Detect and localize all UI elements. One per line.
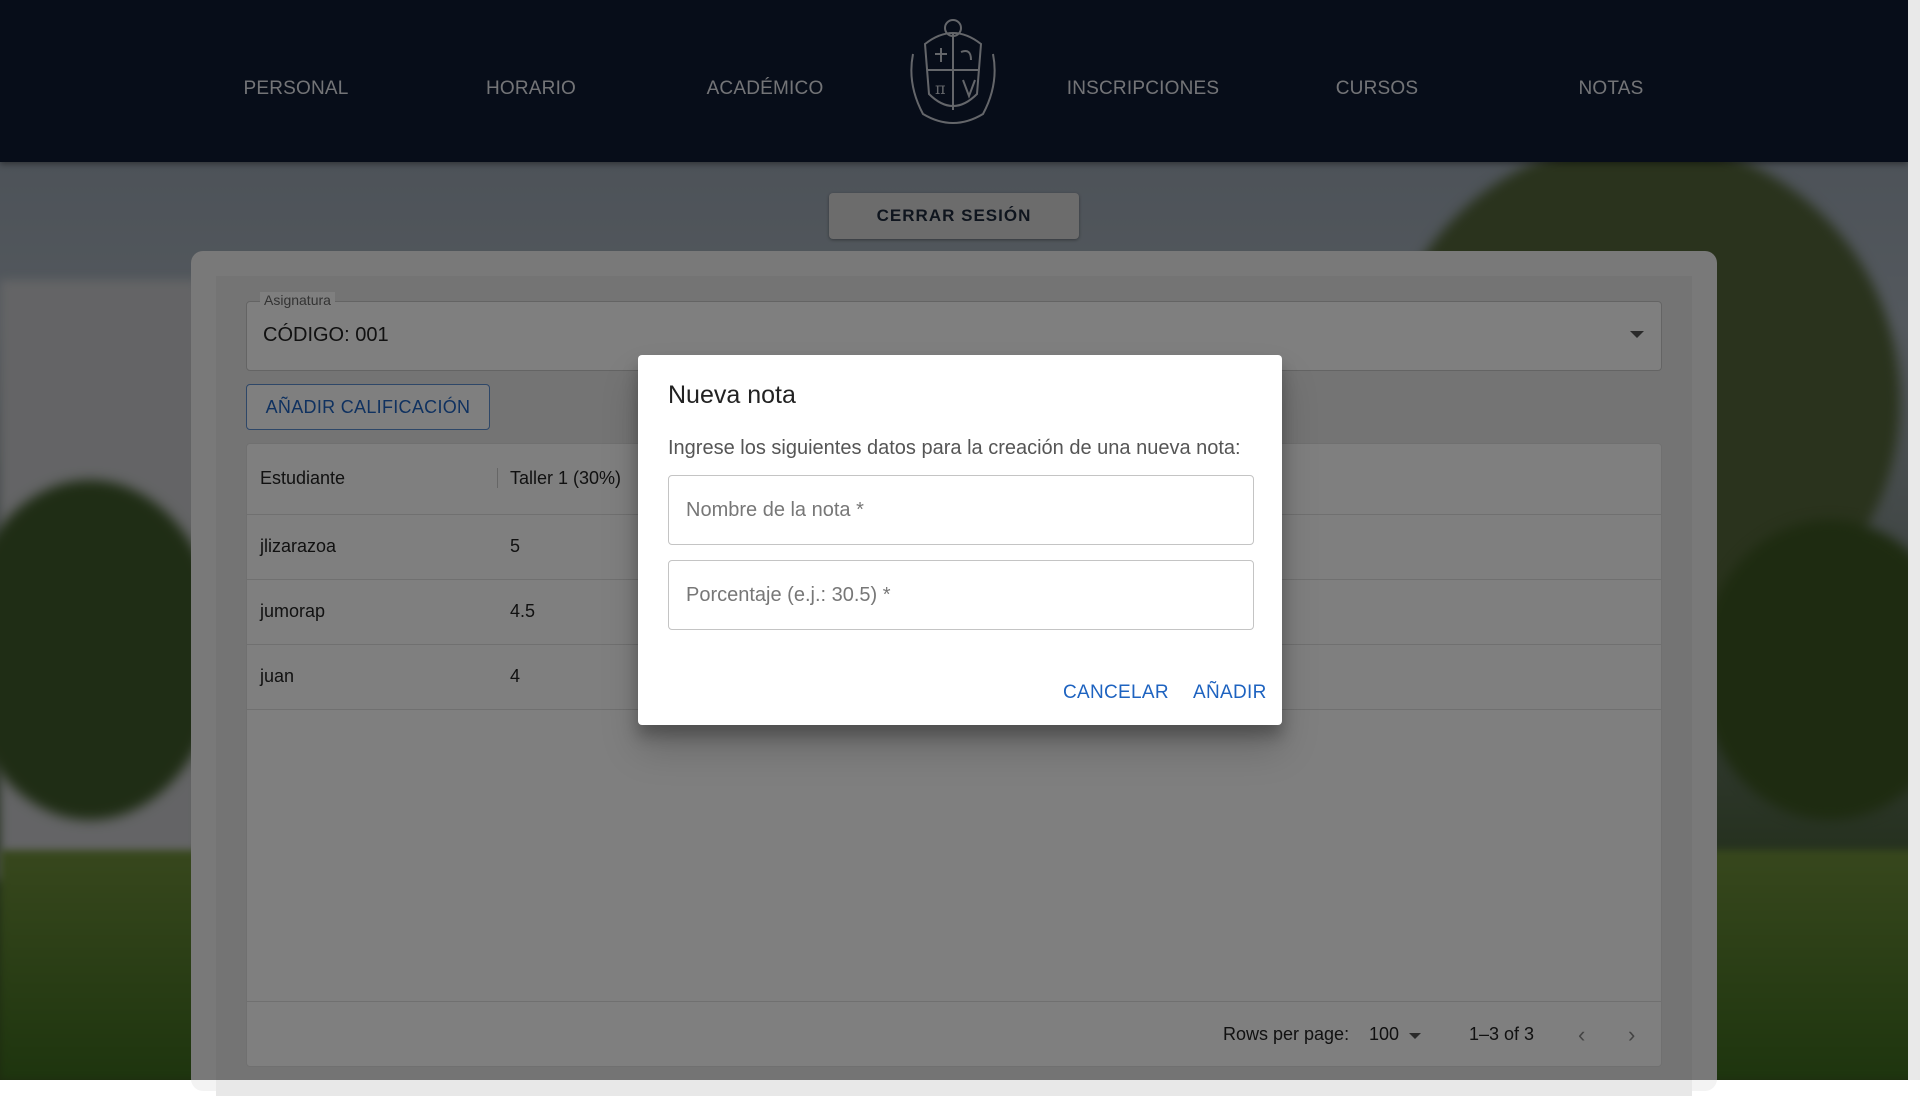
dialog-description: Ingrese los siguientes datos para la cre… <box>668 437 1241 459</box>
cancel-button[interactable]: CANCELAR <box>1063 682 1169 704</box>
percentage-input[interactable] <box>669 561 1253 629</box>
grade-name-input[interactable] <box>669 476 1253 544</box>
grade-name-field <box>668 475 1254 545</box>
dialog-title: Nueva nota <box>668 381 796 409</box>
percentage-field <box>668 560 1254 630</box>
add-button[interactable]: AÑADIR <box>1193 682 1267 704</box>
scrollbar[interactable] <box>1908 0 1920 1080</box>
new-grade-dialog: Nueva nota Ingrese los siguientes datos … <box>638 355 1282 725</box>
